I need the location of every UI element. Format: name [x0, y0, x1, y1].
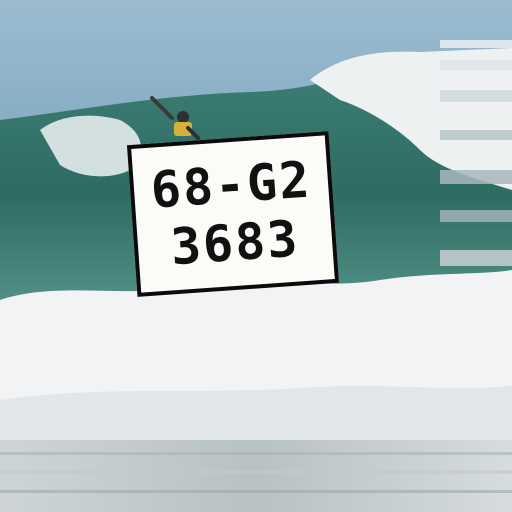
plate-line-2: 3683 — [168, 209, 302, 277]
bottom-streaks — [0, 440, 512, 512]
license-plate: 68-G2 3683 — [126, 131, 340, 297]
whitewater-shadow — [0, 386, 512, 440]
surf-photo: 68-G2 3683 — [0, 0, 512, 512]
